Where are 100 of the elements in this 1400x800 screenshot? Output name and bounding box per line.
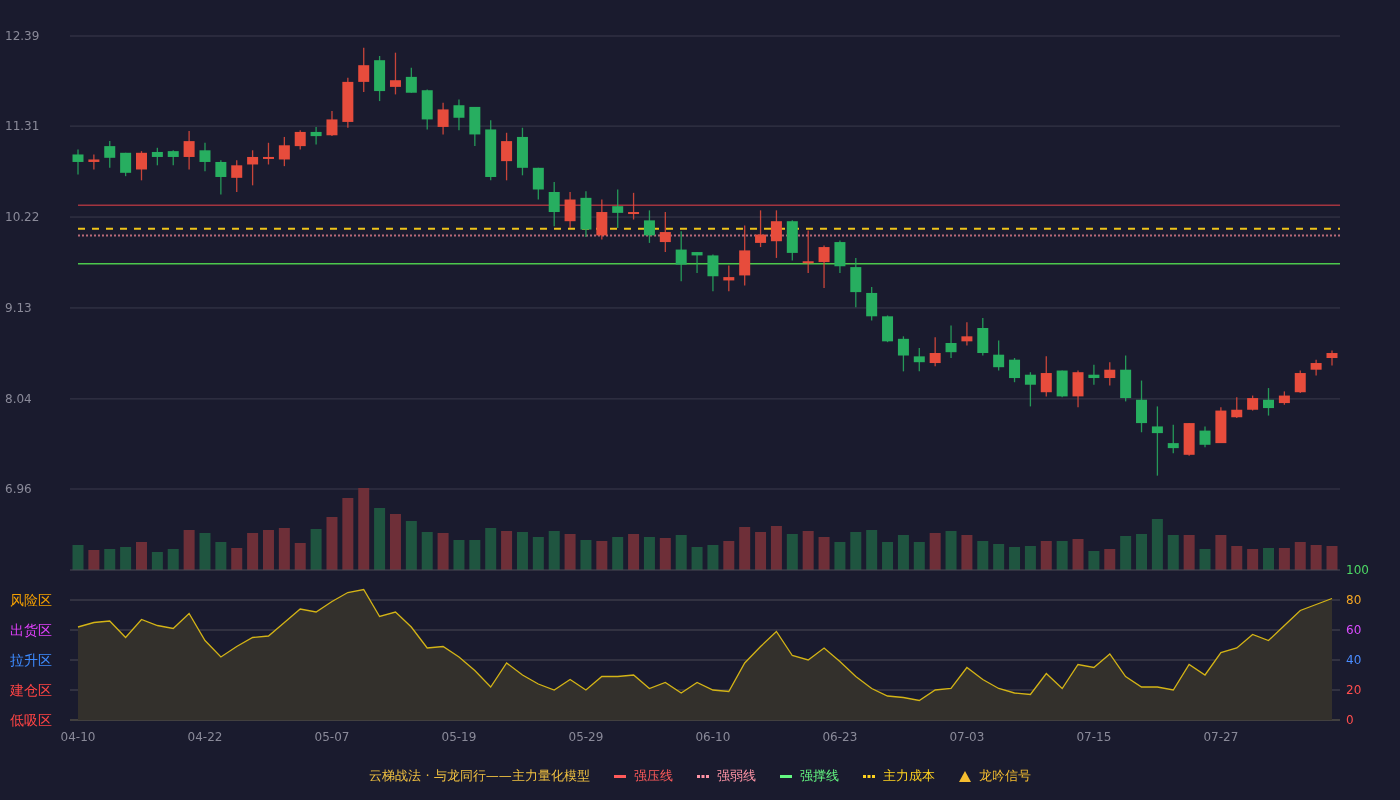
volume-bar [612, 537, 624, 570]
volume-bar [723, 541, 735, 570]
candlestick [215, 159, 227, 196]
candlestick [1294, 369, 1306, 394]
candlestick [580, 190, 592, 238]
candlestick [326, 110, 338, 137]
axis-label: 10.22 [5, 210, 40, 225]
zone-label: 风险区 [10, 592, 52, 608]
volume-bar [1215, 535, 1227, 570]
volume-bar [850, 532, 862, 570]
candlestick [1310, 359, 1322, 377]
volume-bar [897, 535, 909, 570]
volume-bar [421, 532, 433, 570]
volume-bar [1231, 546, 1243, 570]
volume-bar [1278, 548, 1290, 570]
zone-label: 出货区 [10, 622, 52, 638]
zone-label: 建仓区 [10, 682, 52, 698]
legend-title: 云梯战法 · 与龙同行——主力量化模型 [369, 767, 590, 786]
volume-bar [929, 533, 941, 570]
candlestick [469, 106, 481, 147]
candlestick [1278, 390, 1290, 406]
volume-bar [1263, 548, 1274, 570]
volume-bar [818, 537, 830, 570]
volume-bar [1326, 546, 1338, 570]
volume-bar [977, 541, 989, 570]
axis-label: 05-19 [441, 730, 477, 744]
candlestick [1136, 379, 1147, 433]
legend-label: 强压线 [633, 767, 673, 786]
volume-bar [167, 549, 179, 570]
volume-bar [405, 521, 417, 570]
candlestick [263, 142, 274, 166]
axis-label: 07-03 [949, 730, 985, 744]
axis-label: 06-23 [822, 730, 858, 744]
candlestick [548, 181, 560, 227]
volume-bar [913, 542, 925, 570]
candlestick [1199, 425, 1211, 448]
candlestick [358, 47, 370, 93]
candlestick [628, 192, 640, 221]
volume-bar [389, 514, 401, 570]
candlestick [818, 244, 830, 289]
volume-bar [945, 531, 957, 570]
volume-bar [215, 542, 227, 570]
volume-bar [199, 533, 211, 570]
candlestick [167, 149, 179, 166]
volume-bar [1294, 542, 1306, 570]
volume-bar [786, 534, 798, 570]
axis-label: 0 [1346, 713, 1354, 727]
axis-label: 60 [1346, 623, 1362, 637]
volume-bar [1151, 519, 1163, 570]
candlestick [294, 129, 306, 151]
legend-label: 强弱线 [716, 767, 756, 786]
candlestick [342, 77, 354, 129]
candlestick [1231, 396, 1243, 419]
axis-label: 04-22 [187, 730, 223, 744]
volume-bar [136, 542, 147, 570]
candlestick [691, 251, 703, 274]
candlestick [516, 127, 528, 176]
candlestick [675, 230, 687, 282]
candlestick [453, 98, 465, 131]
volume-bar [580, 540, 592, 570]
candlestick [739, 224, 751, 287]
candlestick [1247, 394, 1259, 412]
candlestick [596, 198, 608, 241]
volume-bar [151, 552, 163, 570]
volume-bar [1072, 539, 1084, 570]
candlestick [72, 148, 84, 176]
volume-bar [564, 534, 576, 570]
volume-bar [643, 537, 655, 570]
candlestick [136, 150, 147, 181]
candlestick [770, 209, 782, 259]
candlestick [1263, 387, 1274, 417]
volume-bar [1199, 549, 1211, 570]
candlestick [659, 211, 671, 253]
legend-label: 龙吟信号 [978, 767, 1031, 786]
volume-bar [993, 544, 1005, 570]
axis-label: 07-15 [1076, 730, 1112, 744]
candlestick [897, 335, 909, 372]
candlestick [1040, 355, 1052, 398]
candlestick [802, 229, 814, 274]
volume-bar [501, 531, 513, 570]
candlestick [247, 149, 259, 186]
volume-bar [1183, 535, 1195, 570]
candlestick [374, 55, 386, 102]
volume-bar [1104, 549, 1116, 570]
axis-label: 05-07 [314, 730, 350, 744]
volume-bar [866, 530, 878, 570]
candlestick [1088, 364, 1100, 386]
candlestick [183, 130, 195, 171]
candlestick [485, 119, 497, 181]
volume-bar [659, 538, 671, 570]
candlestick [945, 324, 957, 359]
volume-bar [755, 532, 767, 570]
volume-bar [294, 543, 306, 570]
zone-label: 拉升区 [10, 652, 52, 668]
candlestick [199, 142, 211, 172]
volume-bar [104, 549, 116, 570]
axis-label: 04-10 [60, 730, 96, 744]
volume-bar [72, 545, 84, 570]
axis-label: 6.96 [5, 482, 32, 496]
volume-bar [1247, 549, 1259, 570]
